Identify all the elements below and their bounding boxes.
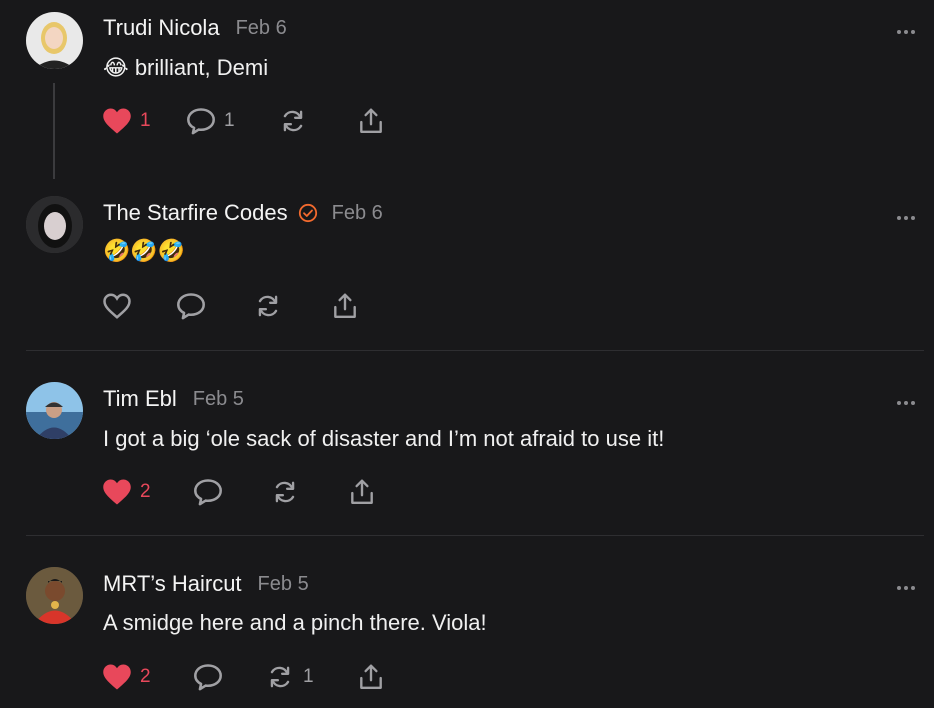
restack-button[interactable] [278, 106, 316, 136]
heart-icon [102, 107, 132, 135]
like-count: 1 [140, 110, 151, 131]
more-icon[interactable] [896, 22, 916, 34]
like-count: 2 [140, 481, 151, 502]
like-button[interactable]: 2 [102, 662, 151, 692]
restack-button[interactable] [253, 291, 283, 321]
more-icon[interactable] [896, 393, 916, 405]
author-row: Tim Ebl Feb 5 [103, 386, 244, 412]
restack-button[interactable]: 1 [265, 662, 314, 692]
post-date[interactable]: Feb 5 [258, 573, 309, 596]
post-date[interactable]: Feb 5 [193, 388, 244, 411]
share-button[interactable] [347, 477, 377, 507]
reply-button[interactable] [193, 477, 223, 507]
post-date[interactable]: Feb 6 [236, 17, 287, 40]
share-button[interactable] [330, 291, 360, 321]
divider [26, 350, 924, 351]
share-icon [356, 107, 386, 135]
restack-icon [265, 663, 295, 691]
heart-icon [102, 292, 132, 320]
author-name[interactable]: Tim Ebl [103, 386, 177, 412]
share-icon [347, 478, 377, 506]
post-date[interactable]: Feb 6 [332, 202, 383, 225]
reply-button[interactable]: 1 [186, 106, 235, 136]
comment-icon [193, 663, 223, 691]
more-icon[interactable] [896, 578, 916, 590]
avatar[interactable] [26, 12, 83, 69]
divider [26, 535, 924, 536]
share-icon [330, 292, 360, 320]
author-name[interactable]: MRT’s Haircut [103, 571, 242, 597]
author-row: The Starfire Codes Feb 6 [103, 200, 383, 226]
reply-count: 1 [224, 110, 235, 131]
like-button[interactable] [102, 291, 132, 321]
restack-count: 1 [303, 666, 314, 687]
avatar[interactable] [26, 382, 83, 439]
comment-text: I got a big ‘ole sack of disaster and I’… [103, 426, 665, 451]
author-name[interactable]: The Starfire Codes [103, 200, 288, 226]
restack-icon [253, 292, 283, 320]
comment-icon [176, 292, 206, 320]
restack-icon [270, 478, 300, 506]
reply-button[interactable] [193, 662, 223, 692]
verified-icon [298, 203, 318, 223]
author-row: MRT’s Haircut Feb 5 [103, 571, 309, 597]
comment-text: 🤣🤣🤣 [103, 238, 186, 263]
thread-line [53, 83, 55, 179]
restack-button[interactable] [270, 477, 300, 507]
comment-text: 😂 brilliant, Demi [103, 55, 269, 80]
like-count: 2 [140, 666, 151, 687]
reply-button[interactable] [176, 291, 206, 321]
comment-icon [186, 107, 216, 135]
author-name[interactable]: Trudi Nicola [103, 15, 220, 41]
author-row: Trudi Nicola Feb 6 [103, 15, 287, 41]
comment-text: A smidge here and a pinch there. Viola! [103, 610, 487, 635]
share-button[interactable] [356, 106, 386, 136]
more-icon[interactable] [896, 208, 916, 220]
restack-icon [278, 107, 308, 135]
like-button[interactable]: 2 [102, 477, 151, 507]
heart-icon [102, 478, 132, 506]
comment-icon [193, 478, 223, 506]
avatar[interactable] [26, 567, 83, 624]
heart-icon [102, 663, 132, 691]
share-icon [356, 663, 386, 691]
like-button[interactable]: 1 [102, 106, 151, 136]
avatar[interactable] [26, 196, 83, 253]
share-button[interactable] [356, 662, 386, 692]
